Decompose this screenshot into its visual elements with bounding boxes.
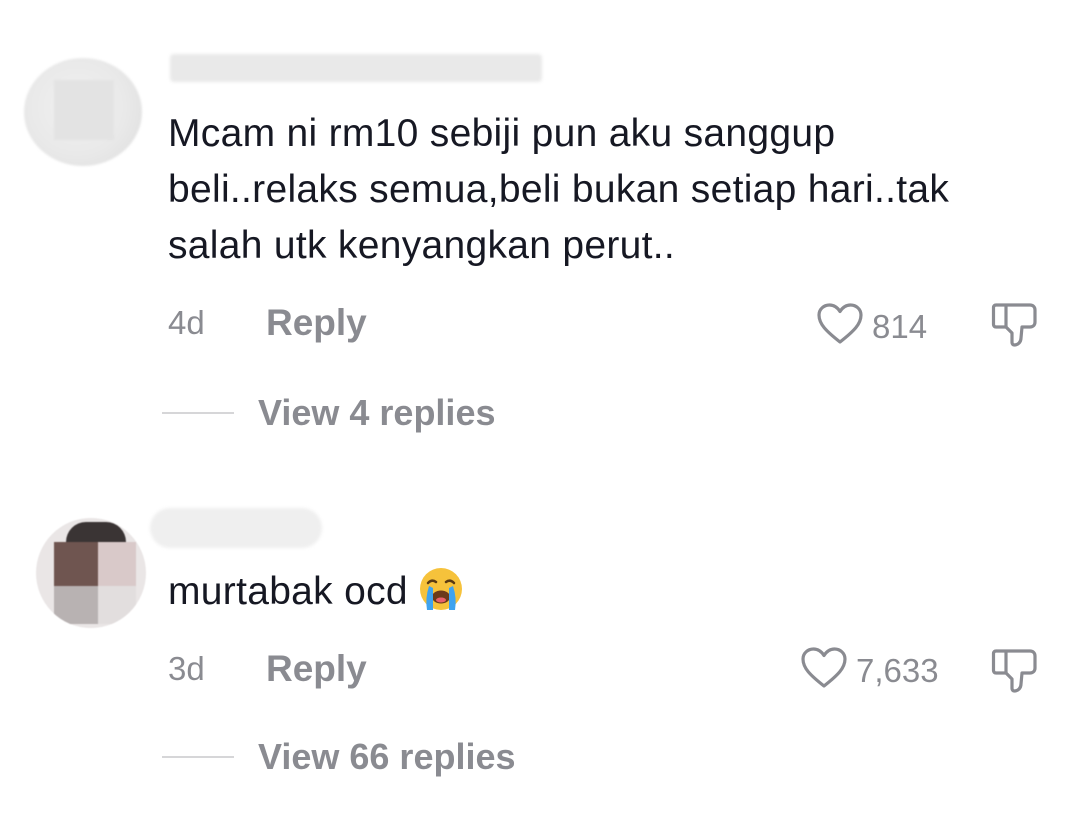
dislike-button[interactable] [990, 646, 1040, 699]
reply-button[interactable]: Reply [266, 302, 367, 344]
username-redacted [170, 54, 542, 82]
thumbs-down-icon [990, 649, 1040, 698]
avatar-image-part [98, 586, 136, 624]
avatar-image-part [66, 522, 126, 542]
like-count: 7,633 [856, 651, 939, 689]
username-redacted [150, 508, 322, 548]
divider-line [162, 412, 234, 414]
view-replies-label: View 4 replies [258, 392, 496, 433]
comment-timestamp: 3d [168, 650, 205, 687]
comment-text: murtabak ocd [168, 564, 968, 620]
avatar-image-part [98, 542, 136, 586]
avatar[interactable] [36, 518, 146, 628]
avatar-image [54, 80, 114, 140]
heart-outline-icon [816, 302, 864, 351]
comment-timestamp: 4d [168, 304, 205, 341]
reply-button[interactable]: Reply [266, 648, 367, 690]
loudly-crying-face-icon [418, 566, 464, 612]
view-replies-button[interactable]: View 66 replies [162, 736, 516, 778]
view-replies-label: View 66 replies [258, 736, 516, 777]
avatar[interactable] [24, 58, 142, 166]
like-count: 814 [872, 307, 928, 345]
comment-text: Mcam ni rm10 sebiji pun aku sanggup beli… [168, 112, 950, 267]
thumbs-down-icon [990, 303, 1040, 352]
divider-line [162, 756, 234, 758]
dislike-button[interactable] [990, 300, 1040, 353]
view-replies-button[interactable]: View 4 replies [162, 392, 495, 434]
comment-text-content: murtabak ocd [168, 570, 408, 613]
avatar-image-part [54, 542, 98, 586]
heart-outline-icon [800, 646, 848, 695]
like-button[interactable]: 814 [816, 302, 927, 351]
avatar-image-part [54, 586, 98, 624]
like-button[interactable]: 7,633 [800, 646, 939, 695]
